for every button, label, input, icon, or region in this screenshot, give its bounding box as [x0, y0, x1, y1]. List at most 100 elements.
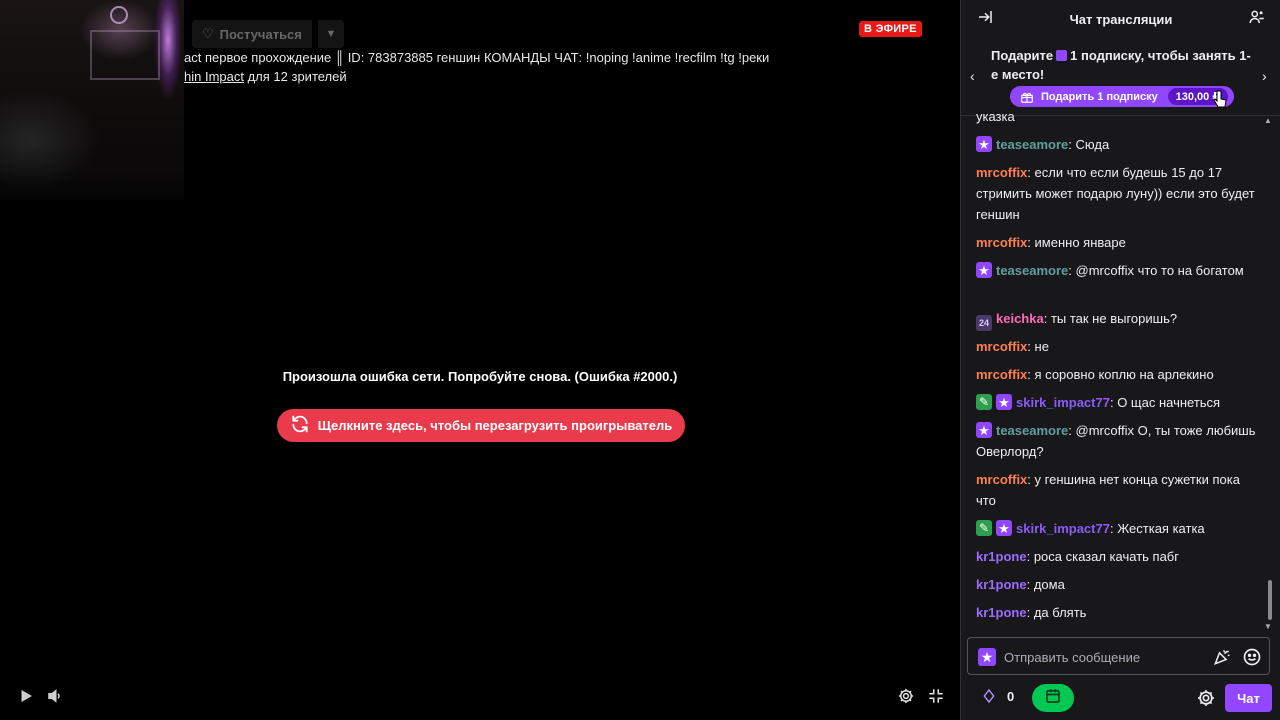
chat-colon: : — [1027, 472, 1035, 487]
chat-message-text: не — [1034, 339, 1049, 354]
effects-button[interactable] — [1212, 647, 1232, 667]
chat-username[interactable]: mrcoffix — [976, 235, 1027, 250]
users-icon — [1248, 8, 1266, 31]
chat-message[interactable]: kr1pone: дома — [976, 574, 1258, 595]
chat-message[interactable]: mrcoffix: я соровно коплю на арлекино — [976, 364, 1258, 385]
play-icon — [17, 687, 35, 710]
chat-username[interactable]: teaseamore — [996, 423, 1068, 438]
chat-header: Чат трансляции — [961, 0, 1280, 38]
video-player[interactable]: ♡ Постучаться ▼ act первое прохождение ║… — [0, 0, 960, 720]
chat-message[interactable]: указка — [976, 108, 1258, 127]
chat-username[interactable]: mrcoffix — [976, 339, 1027, 354]
chat-message[interactable]: skirk_impact77: О щас начнеться — [976, 392, 1258, 413]
chat-username[interactable]: kr1pone — [976, 605, 1027, 620]
viewer-text: для 12 зрителей — [243, 69, 347, 84]
chevron-left-icon: ‹ — [970, 68, 975, 84]
moderator-badge-icon[interactable] — [976, 392, 992, 413]
chat-username[interactable]: mrcoffix — [976, 367, 1027, 382]
chat-colon: : — [1027, 235, 1035, 250]
gift-drop-button[interactable] — [1032, 684, 1074, 712]
chevron-down-icon: ▼ — [325, 28, 337, 40]
gift-sub-button[interactable]: Подарить 1 подписку 130,00 ₽ — [1010, 86, 1234, 107]
chat-message[interactable]: 24 keichka: ты так не выгоришь? — [976, 308, 1258, 331]
live-badge: В ЭФИРЕ — [859, 21, 922, 37]
chat-message[interactable]: mrcoffix: не — [976, 336, 1258, 357]
scroll-up-arrow[interactable]: ▲ — [1264, 116, 1272, 125]
chat-username[interactable]: kr1pone — [976, 549, 1027, 564]
follow-button[interactable]: ♡ Постучаться — [192, 20, 312, 48]
chat-message[interactable]: kr1pone: да блять — [976, 602, 1258, 623]
player-settings-button[interactable] — [896, 688, 916, 708]
chat-title: Чат трансляции — [1069, 11, 1173, 27]
chat-username[interactable]: skirk_impact77 — [1016, 395, 1110, 410]
subscriber-badge-icon[interactable] — [996, 518, 1012, 539]
chat-message[interactable]: mrcoffix: у геншина нет конца сужетки по… — [976, 469, 1258, 511]
chat-username[interactable]: kr1pone — [976, 577, 1027, 592]
chat-colon: : — [1043, 311, 1051, 326]
subscriber-badge-icon[interactable] — [976, 134, 992, 155]
error-message: Произошла ошибка сети. Попробуйте снова.… — [282, 369, 678, 384]
chat-colon: : — [1026, 549, 1034, 564]
reload-player-button[interactable]: Щелкните здесь, чтобы перезагрузить прои… — [277, 409, 685, 442]
gift-calendar-icon — [1044, 687, 1062, 710]
reload-label: Щелкните здесь, чтобы перезагрузить прои… — [317, 418, 673, 433]
chat-username[interactable]: teaseamore — [996, 137, 1068, 152]
moderator-badge-icon[interactable] — [976, 518, 992, 539]
chat-message-text: роса сказал качать пабг — [1033, 549, 1179, 564]
chat-message-input[interactable] — [1004, 646, 1204, 668]
fullscreen-button[interactable] — [926, 688, 946, 708]
mouse-cursor-icon — [1213, 90, 1227, 108]
chat-message[interactable]: teaseamore: Сюда — [976, 134, 1258, 155]
promo-text: Подарите 1 подписку, чтобы занять 1-е мес… — [991, 48, 1251, 82]
gift-icon — [1056, 50, 1068, 61]
chat-message-text: указка — [976, 109, 1015, 124]
webcam-frame — [90, 30, 160, 80]
chat-message[interactable]: mrcoffix: именно январе — [976, 232, 1258, 253]
chat-scrollbar-thumb[interactable] — [1268, 580, 1272, 620]
webcam-thumbnail — [0, 0, 184, 200]
sub-badge-icon[interactable]: ★ — [978, 648, 996, 666]
chat-message[interactable]: teaseamore: @mrcoffix О, ты тоже любишь … — [976, 420, 1258, 462]
sub-months-badge-icon[interactable]: 24 — [976, 315, 992, 331]
chat-message-text: Жесткая катка — [1117, 521, 1205, 536]
chat-username[interactable]: mrcoffix — [976, 165, 1027, 180]
chat-message-text: да блять — [1033, 605, 1087, 620]
chevron-right-icon: › — [1262, 68, 1267, 84]
chat-colon: : — [1068, 263, 1076, 278]
collapse-arrow-icon — [976, 8, 994, 31]
chat-username[interactable]: mrcoffix — [976, 472, 1027, 487]
emote-picker-button[interactable] — [1242, 647, 1262, 667]
subscriber-badge-icon[interactable] — [976, 260, 992, 281]
subscriber-badge-icon[interactable] — [976, 420, 992, 441]
game-link[interactable]: hin Impact — [184, 69, 244, 84]
chat-message-text: именно январе — [1034, 235, 1126, 250]
chat-username[interactable]: skirk_impact77 — [1016, 521, 1110, 536]
chat-message[interactable]: skirk_impact77: Жесткая катка — [976, 518, 1258, 539]
promo-next-button[interactable]: › — [1262, 68, 1267, 84]
play-button[interactable] — [16, 688, 36, 708]
gear-icon — [897, 687, 915, 710]
webcam-lamp — [110, 6, 128, 24]
chat-send-button[interactable]: Чат — [1225, 684, 1272, 712]
channel-points[interactable]: 0 — [981, 688, 1014, 704]
chat-settings-button[interactable] — [1196, 688, 1216, 708]
chat-colon: : — [1027, 367, 1035, 382]
promo-prev-button[interactable]: ‹ — [970, 68, 975, 84]
chat-username[interactable]: teaseamore — [996, 263, 1068, 278]
chat-username[interactable]: keichka — [996, 311, 1044, 326]
chat-input-box[interactable]: ★ — [967, 637, 1270, 675]
volume-button[interactable] — [45, 688, 65, 708]
chat-message[interactable]: mrcoffix: если что если будешь 15 до 17 … — [976, 162, 1258, 225]
community-button[interactable] — [1247, 9, 1267, 29]
follow-dropdown-button[interactable]: ▼ — [318, 20, 344, 48]
chat-message[interactable]: teaseamore: @mrcoffix что то на богатом — [976, 260, 1258, 281]
subscriber-badge-icon[interactable] — [996, 392, 1012, 413]
smiley-icon — [1242, 648, 1262, 671]
chat-message[interactable]: kr1pone: роса сказал качать пабг — [976, 546, 1258, 567]
scroll-down-arrow[interactable]: ▼ — [1264, 622, 1272, 631]
collapse-chat-button[interactable] — [975, 9, 995, 29]
chat-colon: : — [1068, 137, 1076, 152]
chat-message-list[interactable]: указка teaseamore: Сюда mrcoffix: если что… — [961, 108, 1271, 628]
gift-box-icon — [1021, 92, 1033, 103]
follow-label: Постучаться — [219, 26, 302, 42]
